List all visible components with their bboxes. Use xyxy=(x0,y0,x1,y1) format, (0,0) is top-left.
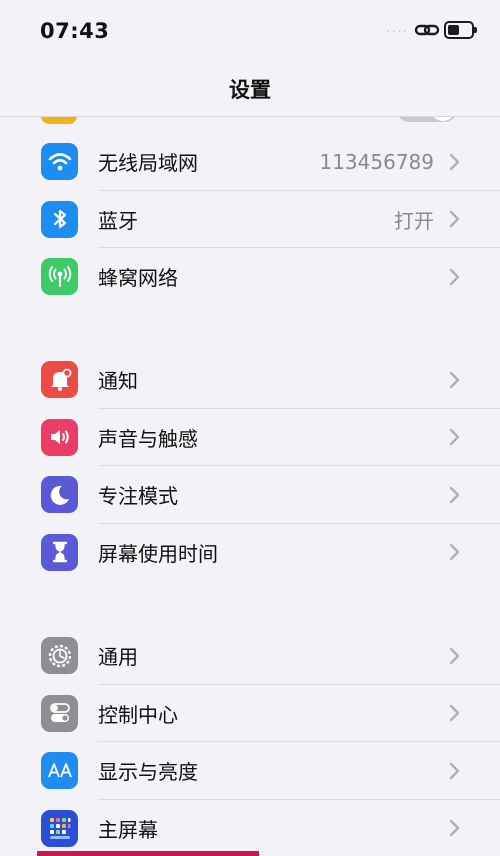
battery-level xyxy=(448,25,459,35)
settings-row-screen-time[interactable]: 屏幕使用时间 xyxy=(0,524,500,582)
settings-row-control-center[interactable]: 控制中心 xyxy=(0,685,500,742)
bottom-highlight-bar xyxy=(37,851,259,856)
airplane-mode-toggle[interactable] xyxy=(396,117,458,122)
settings-group-general: 通用 控制中心 显示与亮度 主屏幕 xyxy=(0,627,500,856)
settings-row-label: 蜂窝网络 xyxy=(98,266,178,291)
settings-row-label: 通知 xyxy=(98,369,138,394)
status-bar: 07:43 ···· xyxy=(0,0,500,62)
chevron-right-icon xyxy=(449,820,460,837)
gear-icon xyxy=(41,637,78,675)
settings-row-label: 屏幕使用时间 xyxy=(98,541,218,566)
settings-row-cellular[interactable]: 蜂窝网络 xyxy=(0,248,500,306)
chevron-right-icon xyxy=(449,647,460,664)
chevron-right-icon xyxy=(449,762,460,779)
chevron-right-icon xyxy=(449,705,460,722)
chevron-right-icon xyxy=(449,371,460,388)
settings-row-display[interactable]: 显示与亮度 xyxy=(0,742,500,800)
settings-row-general[interactable]: 通用 xyxy=(0,627,500,685)
hourglass-icon xyxy=(41,533,78,571)
settings-row-wifi[interactable]: 无线局域网 113456789 xyxy=(0,133,500,191)
bluetooth-icon xyxy=(41,200,78,238)
bell-icon xyxy=(41,361,78,399)
settings-row-bluetooth[interactable]: 蓝牙 打开 xyxy=(0,191,500,248)
settings-row-label: 主屏幕 xyxy=(98,817,158,842)
settings-group-notifications: 通知 声音与触感 专注模式 屏幕使用时间 xyxy=(0,351,500,581)
speaker-icon xyxy=(41,418,78,456)
text-size-icon xyxy=(41,752,78,790)
chevron-right-icon xyxy=(449,486,460,503)
settings-row-label: 无线局域网 xyxy=(98,151,198,176)
partial-row-airplane-mode[interactable] xyxy=(0,117,500,133)
airplane-icon xyxy=(41,117,77,124)
chevron-right-icon xyxy=(449,211,460,228)
settings-row-label: 蓝牙 xyxy=(98,208,138,233)
moon-icon xyxy=(41,476,78,514)
home-grid-icon xyxy=(41,809,78,847)
settings-row-label: 显示与亮度 xyxy=(98,760,198,785)
settings-row-focus[interactable]: 专注模式 xyxy=(0,466,500,524)
battery-icon xyxy=(444,21,477,39)
settings-row-notifications[interactable]: 通知 xyxy=(0,351,500,409)
page-title: 设置 xyxy=(229,78,271,102)
wifi-icon xyxy=(41,143,78,181)
antenna-icon xyxy=(41,258,78,296)
settings-row-sounds[interactable]: 声音与触感 xyxy=(0,409,500,466)
chevron-right-icon xyxy=(449,153,460,170)
chevron-right-icon xyxy=(449,544,460,561)
settings-row-label: 控制中心 xyxy=(98,702,178,727)
chevron-right-icon xyxy=(449,429,460,446)
status-time: 07:43 xyxy=(40,19,110,43)
signal-dots: ···· xyxy=(386,24,408,40)
toggles-icon xyxy=(41,694,78,732)
settings-row-label: 通用 xyxy=(98,645,138,670)
settings-row-value: 打开 xyxy=(394,208,434,233)
chevron-right-icon xyxy=(449,268,460,285)
settings-row-value: 113456789 xyxy=(319,149,434,174)
settings-row-label: 专注模式 xyxy=(98,484,178,509)
settings-group-connectivity: 无线局域网 113456789 蓝牙 打开 蜂窝网络 xyxy=(0,133,500,306)
settings-row-home-screen[interactable]: 主屏幕 xyxy=(0,800,500,856)
link-icon xyxy=(414,24,440,36)
settings-row-label: 声音与触感 xyxy=(98,426,198,451)
